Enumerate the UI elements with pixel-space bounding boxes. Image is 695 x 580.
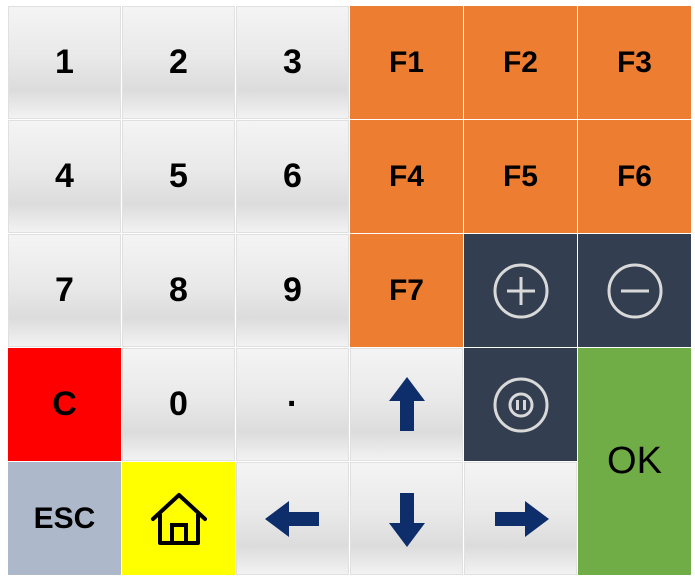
ok-button[interactable]: OK — [578, 348, 691, 575]
plus-button[interactable] — [464, 234, 577, 347]
key-5[interactable]: 5 — [122, 120, 235, 233]
home-button[interactable] — [122, 462, 235, 575]
pause-circle-icon — [493, 377, 548, 432]
keypad: 1 2 3 F1 F2 F3 4 5 6 F4 F5 F6 7 8 9 F7 C… — [8, 6, 691, 575]
arrow-down-icon — [388, 492, 425, 547]
key-9[interactable]: 9 — [236, 234, 349, 347]
arrow-up-icon — [388, 376, 425, 431]
key-f5[interactable]: F5 — [464, 120, 577, 233]
arrow-right-icon — [494, 500, 549, 537]
arrow-left-icon — [264, 500, 319, 537]
minus-circle-icon — [607, 263, 662, 318]
key-0[interactable]: 0 — [122, 348, 235, 461]
key-3[interactable]: 3 — [236, 6, 349, 119]
key-8[interactable]: 8 — [122, 234, 235, 347]
up-button[interactable] — [350, 348, 463, 461]
key-7[interactable]: 7 — [8, 234, 121, 347]
key-f1[interactable]: F1 — [350, 6, 463, 119]
key-dot[interactable]: · — [236, 348, 349, 461]
minus-button[interactable] — [578, 234, 691, 347]
key-f2[interactable]: F2 — [464, 6, 577, 119]
key-f6[interactable]: F6 — [578, 120, 691, 233]
left-button[interactable] — [236, 462, 349, 575]
right-button[interactable] — [464, 462, 577, 575]
key-f7[interactable]: F7 — [350, 234, 463, 347]
plus-circle-icon — [493, 263, 548, 318]
down-button[interactable] — [350, 462, 463, 575]
esc-button[interactable]: ESC — [8, 462, 121, 575]
key-f4[interactable]: F4 — [350, 120, 463, 233]
key-1[interactable]: 1 — [8, 6, 121, 119]
home-icon — [150, 492, 207, 545]
key-6[interactable]: 6 — [236, 120, 349, 233]
key-4[interactable]: 4 — [8, 120, 121, 233]
key-f3[interactable]: F3 — [578, 6, 691, 119]
clear-button[interactable]: C — [8, 348, 121, 461]
key-2[interactable]: 2 — [122, 6, 235, 119]
pause-button[interactable] — [464, 348, 577, 461]
